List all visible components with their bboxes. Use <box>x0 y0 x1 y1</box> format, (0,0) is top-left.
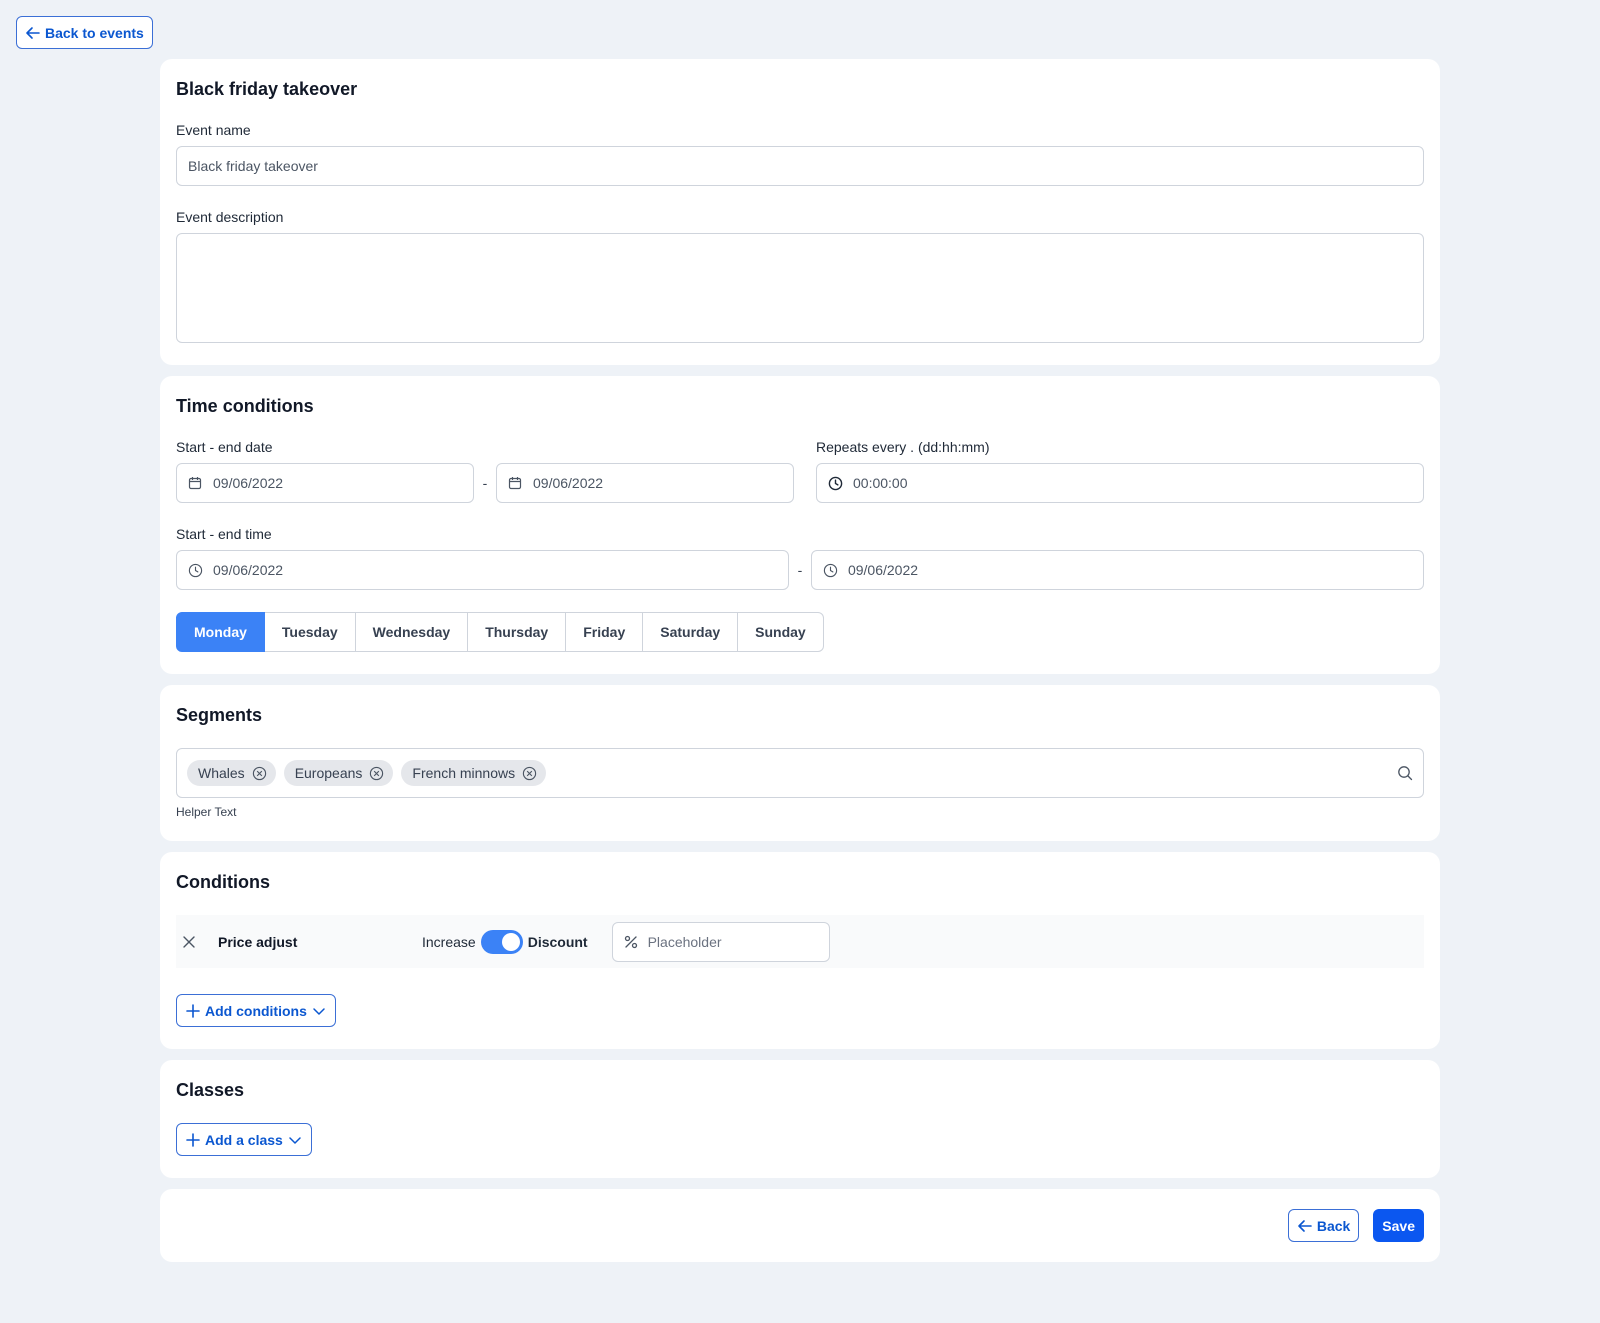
segment-tag: French minnows <box>401 760 547 786</box>
date-separator: - <box>482 475 488 491</box>
remove-circle-icon[interactable] <box>522 766 537 781</box>
repeats-every-input[interactable]: 00:00:00 <box>816 463 1424 503</box>
remove-circle-icon[interactable] <box>369 766 384 781</box>
day-monday[interactable]: Monday <box>176 612 265 652</box>
increase-discount-toggle[interactable] <box>480 929 523 954</box>
day-sunday[interactable]: Sunday <box>738 612 824 652</box>
day-saturday[interactable]: Saturday <box>643 612 739 652</box>
segments-helper-text: Helper Text <box>176 805 237 819</box>
add-conditions-button[interactable]: Add conditions <box>176 994 336 1027</box>
percent-placeholder: Placeholder <box>647 933 722 950</box>
segment-tag: Whales <box>187 760 276 786</box>
event-details-card: Black friday takeover Event name Black f… <box>160 59 1440 365</box>
event-description-label: Event description <box>176 209 284 225</box>
clock-icon <box>828 475 844 491</box>
clock-icon <box>188 562 204 578</box>
classes-title: Classes <box>176 1080 245 1100</box>
event-name-value: Black friday takeover <box>188 158 318 174</box>
event-title: Black friday takeover <box>176 79 358 99</box>
chevron-down-icon <box>311 1003 327 1019</box>
segment-tag-label: French minnows <box>412 765 516 781</box>
start-date-input[interactable]: 09/06/2022 <box>176 463 474 503</box>
time-separator: - <box>797 562 803 578</box>
start-end-date-label: Start - end date <box>176 439 273 455</box>
remove-circle-icon[interactable] <box>252 766 267 781</box>
segments-card: Segments Whales Europeans French minnows <box>160 685 1440 841</box>
segment-tag-label: Whales <box>198 765 245 781</box>
back-to-events-button[interactable]: Back to events <box>16 16 153 49</box>
arrow-left-icon <box>25 25 41 41</box>
condition-row: Price adjust Increase Discount Placehold… <box>176 915 1424 968</box>
save-button[interactable]: Save <box>1373 1209 1424 1242</box>
end-time-input[interactable]: 09/06/2022 <box>810 550 1425 590</box>
day-friday[interactable]: Friday <box>566 612 644 652</box>
start-date-value: 09/06/2022 <box>213 475 284 491</box>
back-label: Back <box>1316 1217 1351 1234</box>
toggle-left-label: Increase <box>422 933 476 950</box>
main-content: Black friday takeover Event name Black f… <box>160 59 1440 1262</box>
condition-name: Price adjust <box>218 933 298 950</box>
plus-icon <box>185 1132 201 1148</box>
day-thursday[interactable]: Thursday <box>468 612 567 652</box>
close-icon[interactable] <box>180 933 198 951</box>
event-name-label: Event name <box>176 122 251 138</box>
time-conditions-title: Time conditions <box>176 396 314 416</box>
percent-input[interactable]: Placeholder <box>611 921 830 962</box>
repeats-every-value: 00:00:00 <box>853 475 908 491</box>
day-tuesday[interactable]: Tuesday <box>264 612 356 652</box>
classes-card: Classes Add a class <box>160 1060 1440 1178</box>
conditions-title: Conditions <box>176 872 270 892</box>
toggle-right-label: Discount <box>527 933 588 950</box>
segment-tag: Europeans <box>283 760 394 786</box>
segment-tag-label: Europeans <box>294 765 363 781</box>
arrow-left-icon <box>1297 1218 1313 1234</box>
weekday-selector: Monday Tuesday Wednesday Thursday Friday… <box>176 612 1424 652</box>
start-time-input[interactable]: 09/06/2022 <box>176 550 790 590</box>
segments-input[interactable]: Whales Europeans French minnows <box>176 748 1424 798</box>
calendar-icon <box>188 475 204 491</box>
time-conditions-card: Time conditions Start - end date 09/06/2… <box>160 376 1440 674</box>
end-time-value: 09/06/2022 <box>847 562 919 578</box>
chevron-down-icon <box>287 1132 303 1148</box>
percent-icon <box>623 934 639 950</box>
end-date-input[interactable]: 09/06/2022 <box>496 463 794 503</box>
plus-icon <box>185 1003 201 1019</box>
add-class-label: Add a class <box>205 1131 283 1148</box>
end-date-value: 09/06/2022 <box>533 475 604 491</box>
repeats-every-label: Repeats every . (dd:hh:mm) <box>816 439 990 455</box>
event-name-input[interactable]: Black friday takeover <box>176 146 1424 186</box>
back-to-events-label: Back to events <box>45 24 144 41</box>
clock-icon <box>823 562 839 578</box>
footer-actions: Back Save <box>160 1189 1440 1262</box>
calendar-icon <box>508 475 524 491</box>
day-wednesday[interactable]: Wednesday <box>355 612 469 652</box>
start-time-value: 09/06/2022 <box>213 562 284 578</box>
start-end-time-label: Start - end time <box>176 526 272 542</box>
add-class-button[interactable]: Add a class <box>176 1123 312 1156</box>
search-icon[interactable] <box>1397 765 1413 781</box>
back-button[interactable]: Back <box>1287 1209 1360 1242</box>
add-conditions-label: Add conditions <box>205 1002 307 1019</box>
event-description-textarea[interactable] <box>176 233 1424 343</box>
segments-title: Segments <box>176 705 263 725</box>
conditions-card: Conditions Price adjust Increase Discoun… <box>160 852 1440 1049</box>
